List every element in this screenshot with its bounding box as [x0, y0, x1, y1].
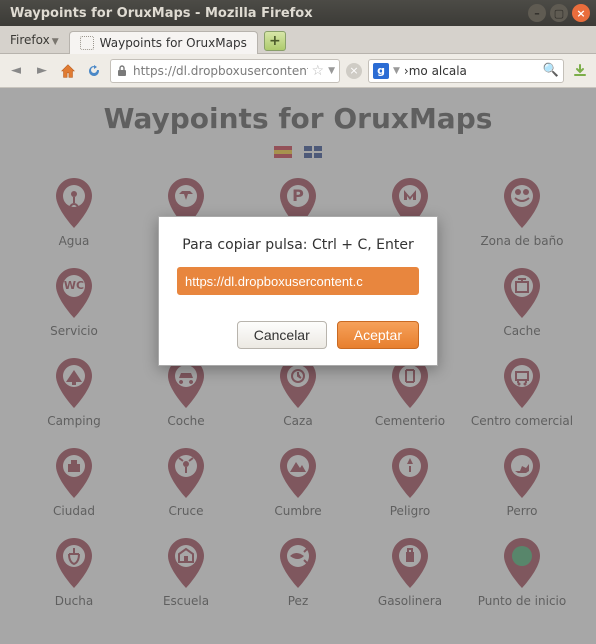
search-submit-icon[interactable]: 🔍 — [543, 63, 559, 78]
stop-button[interactable]: × — [346, 63, 362, 79]
search-engine-dropdown-icon[interactable]: ▼ — [393, 66, 400, 76]
modal-overlay — [0, 88, 596, 644]
navigation-toolbar: ◄ ► https://dl.dropboxusercontent. ☆ ▼ ×… — [0, 54, 596, 88]
window-minimize-button[interactable]: – — [528, 4, 546, 22]
window-maximize-button[interactable]: ▢ — [550, 4, 568, 22]
search-text: ›mo alcala — [404, 64, 539, 78]
dialog-url-input[interactable] — [177, 267, 419, 295]
window-title: Waypoints for OruxMaps - Mozilla Firefox — [6, 6, 524, 21]
tab-favicon-placeholder-icon — [80, 36, 94, 50]
accept-button[interactable]: Aceptar — [337, 321, 419, 349]
url-text: https://dl.dropboxusercontent. — [133, 64, 308, 78]
chevron-down-icon: ▼ — [52, 37, 59, 47]
search-bar[interactable]: g ▼ ›mo alcala 🔍 — [368, 59, 564, 83]
window-titlebar: Waypoints for OruxMaps - Mozilla Firefox… — [0, 0, 596, 26]
copy-url-dialog: Para copiar pulsa: Ctrl + C, Enter Cance… — [158, 216, 438, 366]
tab-strip: Firefox▼ Waypoints for OruxMaps + — [0, 26, 596, 54]
address-bar[interactable]: https://dl.dropboxusercontent. ☆ ▼ — [110, 59, 340, 83]
back-button[interactable]: ◄ — [6, 61, 26, 81]
home-button[interactable] — [58, 61, 78, 81]
cancel-button[interactable]: Cancelar — [237, 321, 327, 349]
url-dropdown-icon[interactable]: ▼ — [328, 66, 335, 76]
new-tab-button[interactable]: + — [264, 31, 286, 51]
downloads-button[interactable] — [570, 61, 590, 81]
reload-button[interactable] — [84, 61, 104, 81]
forward-button[interactable]: ► — [32, 61, 52, 81]
lock-icon — [115, 64, 129, 78]
browser-viewport: Waypoints for OruxMaps AguaAviónPAparcam… — [0, 88, 596, 644]
google-search-icon: g — [373, 63, 389, 79]
dialog-message: Para copiar pulsa: Ctrl + C, Enter — [177, 237, 419, 253]
tab-title: Waypoints for OruxMaps — [100, 36, 247, 50]
window-close-button[interactable]: × — [572, 4, 590, 22]
browser-tab[interactable]: Waypoints for OruxMaps — [69, 31, 258, 54]
bookmark-star-icon[interactable]: ☆ — [312, 63, 325, 79]
firefox-menu-button[interactable]: Firefox▼ — [6, 27, 69, 53]
